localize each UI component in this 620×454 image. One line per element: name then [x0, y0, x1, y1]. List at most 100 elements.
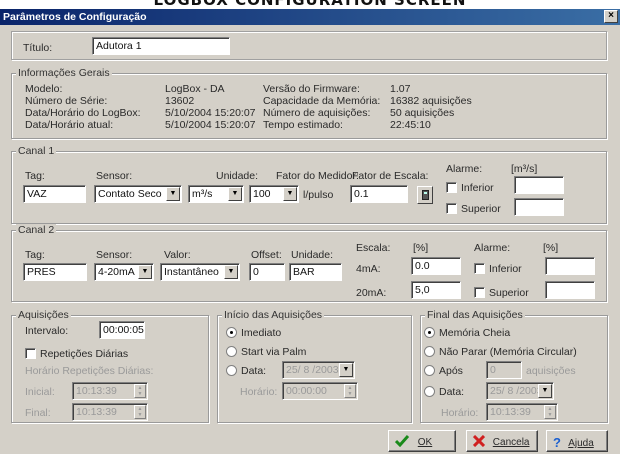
serie-label: Número de Série:: [25, 95, 108, 107]
final-apos-unit: aquisições: [526, 365, 576, 377]
inicio-data-label: Data:: [241, 365, 267, 377]
final-time-input[interactable]: 10:13:39 ▲ ▼: [72, 403, 148, 421]
canal1-inferior-input[interactable]: [514, 176, 564, 194]
final-nao-parar-radio[interactable]: Não Parar (Memória Circular): [424, 346, 577, 358]
inicio-data-radio[interactable]: Data:: [226, 365, 266, 377]
inicio-horario-input[interactable]: 00:00:00 ▲ ▼: [282, 382, 358, 400]
inicio-legend: Início das Aquisições: [222, 309, 325, 321]
inicio-data-value: 25/ 8 /2003: [286, 364, 339, 376]
screen-caption: LOGBOX CONFIGURATION SCREEN: [153, 0, 467, 9]
canal1-sensor-select[interactable]: Contato Seco ▼: [94, 185, 182, 203]
firmware-label: Versão do Firmware:: [263, 83, 360, 95]
canal2-4ma-input[interactable]: 0.0: [411, 257, 461, 275]
ok-button[interactable]: OK: [388, 430, 456, 452]
canal1-fator-escala-label: Fator de Escala:: [352, 170, 429, 182]
canal1-unidade-select[interactable]: m³/s ▼: [188, 185, 244, 203]
titulo-input[interactable]: Adutora 1: [92, 37, 230, 55]
spinner-icon[interactable]: ▲ ▼: [544, 405, 556, 419]
intervalo-input[interactable]: 00:00:05: [99, 321, 145, 339]
canal2-4ma-label: 4mA:: [356, 263, 381, 275]
chevron-down-icon[interactable]: ▼: [228, 187, 242, 201]
canal1-sensor-value: Contato Seco: [98, 188, 162, 200]
inicio-imediato-radio[interactable]: Imediato: [226, 327, 281, 339]
modelo-value: LogBox - DA: [165, 83, 225, 95]
checkbox-icon[interactable]: [474, 287, 485, 298]
chevron-down-icon[interactable]: ▼: [538, 384, 552, 398]
final-apos-radio[interactable]: Após: [424, 365, 463, 377]
chevron-down-icon[interactable]: ▼: [138, 265, 152, 279]
radio-icon[interactable]: [424, 346, 435, 357]
canal2-20ma-input[interactable]: 5,0: [411, 281, 461, 299]
canal1-superior-checkbox[interactable]: Superior: [446, 203, 501, 215]
inicio-imediato-label: Imediato: [241, 327, 282, 339]
radio-icon[interactable]: [226, 346, 237, 357]
checkbox-icon[interactable]: [474, 263, 485, 274]
radio-icon[interactable]: [226, 327, 237, 338]
num-aquisicoes-label: Número de aquisições:: [263, 107, 371, 119]
canal1-inferior-checkbox[interactable]: Inferior: [446, 182, 494, 194]
calculator-icon[interactable]: [417, 186, 433, 204]
final-label: Final:: [25, 407, 51, 419]
canal2-offset-input[interactable]: 0: [249, 263, 285, 281]
titulo-label: Título:: [23, 42, 53, 54]
canal2-sensor-label: Sensor:: [96, 249, 133, 261]
radio-icon[interactable]: [424, 386, 435, 397]
canal1-fator-medidor-select[interactable]: 100 ▼: [249, 185, 299, 203]
chevron-down-icon[interactable]: ▼: [166, 187, 180, 201]
radio-icon[interactable]: [226, 365, 237, 376]
radio-icon[interactable]: [424, 365, 435, 376]
inicial-label: Inicial:: [25, 386, 55, 398]
spinner-icon[interactable]: ▲ ▼: [134, 405, 146, 419]
final-horario-input[interactable]: 10:13:39 ▲ ▼: [486, 403, 558, 421]
final-apos-input[interactable]: 0: [486, 361, 522, 379]
canal2-unidade-input[interactable]: BAR: [289, 263, 342, 281]
repeticoes-checkbox[interactable]: Repetições Diárias: [25, 348, 128, 360]
canal2-sensor-select[interactable]: 4-20mA ▼: [94, 263, 154, 281]
canal2-superior-checkbox[interactable]: Superior: [474, 287, 529, 299]
canal2-tag-input[interactable]: PRES: [23, 263, 87, 281]
final-data-radio[interactable]: Data:: [424, 386, 464, 398]
canal2-inferior-checkbox[interactable]: Inferior: [474, 263, 522, 275]
canal2-escala-unit: [%]: [413, 242, 429, 254]
checkbox-icon[interactable]: [446, 182, 457, 193]
canal2-inferior-input[interactable]: [545, 257, 595, 275]
help-icon: ?: [553, 435, 561, 450]
canal2-superior-label: Superior: [489, 287, 529, 299]
canal2-valor-label: Valor:: [164, 249, 191, 261]
chevron-down-icon[interactable]: ▼: [283, 187, 297, 201]
canal1-fator-medidor-unit: l/pulso: [303, 189, 334, 201]
window-titlebar: Parâmetros de Configuração ×: [0, 9, 620, 25]
close-button[interactable]: ×: [604, 10, 618, 23]
repeticoes-label: Repetições Diárias: [40, 348, 129, 360]
spinner-icon[interactable]: ▲ ▼: [134, 384, 146, 398]
canal1-tag-input[interactable]: VAZ: [23, 185, 86, 203]
spinner-icon[interactable]: ▲ ▼: [344, 384, 356, 398]
help-button[interactable]: ? Ajuda: [546, 430, 608, 452]
canal2-valor-select[interactable]: Instantâneo ▼: [160, 263, 240, 281]
inicio-palm-label: Start via Palm: [241, 346, 307, 358]
canal2-superior-input[interactable]: [545, 281, 595, 299]
final-memoria-cheia-radio[interactable]: Memória Cheia: [424, 327, 510, 339]
inicio-palm-radio[interactable]: Start via Palm: [226, 346, 306, 358]
canal1-fator-escala-input[interactable]: 0.1: [350, 185, 408, 203]
inicio-data-picker[interactable]: 25/ 8 /2003 ▼: [282, 361, 355, 379]
inicial-time-input[interactable]: 10:13:39 ▲ ▼: [72, 382, 148, 400]
chevron-down-icon[interactable]: ▼: [224, 265, 238, 279]
canal1-superior-input[interactable]: [514, 198, 564, 216]
chevron-down-icon[interactable]: ▼: [339, 363, 353, 377]
final-data-picker[interactable]: 25/ 8 /2003 ▼: [486, 382, 554, 400]
canal2-offset-label: Offset:: [251, 249, 282, 261]
capacidade-value: 16382 aquisições: [390, 95, 472, 107]
final-value: 10:13:39: [76, 406, 117, 418]
canal2-alarme-label: Alarme:: [474, 242, 511, 254]
checkbox-icon[interactable]: [446, 203, 457, 214]
cancel-button[interactable]: Cancela: [466, 430, 538, 452]
final-memoria-cheia-label: Memória Cheia: [439, 327, 511, 339]
info-legend: Informações Gerais: [16, 67, 112, 79]
final-horario-value: 10:13:39: [490, 406, 531, 418]
checkbox-icon[interactable]: [25, 348, 36, 359]
radio-icon[interactable]: [424, 327, 435, 338]
canal1-fator-medidor-value: 100: [253, 188, 271, 200]
num-aquisicoes-value: 50 aquisições: [390, 107, 455, 119]
modelo-label: Modelo:: [25, 83, 63, 95]
